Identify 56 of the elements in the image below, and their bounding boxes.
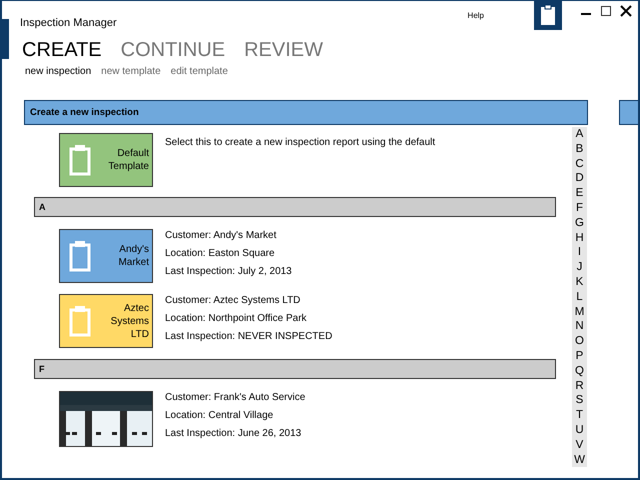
index-letter[interactable]: V (576, 438, 584, 453)
tile-label: Aztec Systems LTD (110, 302, 149, 340)
index-letter[interactable]: O (575, 334, 584, 349)
customer-tile[interactable]: Aztec Systems LTD (59, 294, 153, 348)
index-letter[interactable]: S (576, 393, 584, 408)
index-letter[interactable]: Q (575, 364, 584, 379)
last-inspection: Last Inspection: June 26, 2013 (165, 428, 302, 440)
clipboard-icon[interactable] (534, 1, 562, 30)
help-link[interactable]: Help (468, 11, 484, 20)
index-letter[interactable]: E (576, 186, 584, 201)
section-header: Create a new inspection (24, 100, 588, 125)
location: Location: Easton Square (165, 248, 276, 260)
subtab[interactable]: edit template (170, 66, 228, 77)
clipboard-icon (69, 240, 91, 272)
index-letter[interactable]: L (576, 290, 583, 305)
index-letter[interactable]: H (575, 230, 584, 246)
subtab[interactable]: new inspection (25, 66, 92, 77)
group-header: A (34, 197, 556, 217)
subtab[interactable]: new template (101, 66, 161, 77)
location: Location: Central Village (165, 410, 274, 422)
tile-label: Andy's Market (117, 243, 149, 269)
index-letter[interactable]: R (575, 378, 584, 394)
index-letter[interactable]: K (576, 274, 584, 290)
last-inspection: Last Inspection: July 2, 2013 (165, 266, 292, 278)
group-header: F (34, 359, 556, 379)
window-title: Inspection Manager (20, 17, 117, 29)
index-letter[interactable]: W (574, 452, 585, 468)
tab[interactable]: CONTINUE (120, 39, 226, 61)
index-letter[interactable]: G (575, 216, 584, 231)
index-letter[interactable]: U (575, 422, 584, 438)
customer-tile[interactable]: Andy's Market (59, 229, 153, 283)
index-letter[interactable]: A (576, 127, 584, 142)
clipboard-icon (69, 144, 91, 176)
index-letter[interactable]: N (575, 319, 584, 334)
index-letter[interactable]: I (578, 245, 582, 260)
tile-label: Default Template (107, 147, 149, 173)
index-letter[interactable]: M (574, 304, 584, 320)
customer-name: Customer: Andy's Market (165, 230, 278, 242)
customer-name: Customer: Frank's Auto Service (165, 392, 306, 404)
index-letter[interactable]: F (576, 200, 584, 216)
index-letter[interactable]: J (576, 260, 582, 275)
tab[interactable]: CREATE (22, 39, 102, 61)
tab[interactable]: REVIEW (244, 39, 323, 61)
customer-name: Customer: Aztec Systems LTD (165, 295, 302, 307)
template-tile[interactable]: Default Template (59, 133, 153, 187)
maximize-icon[interactable] (600, 5, 612, 17)
index-letter[interactable]: P (576, 348, 584, 364)
description: Select this to create a new inspection report using the default (165, 136, 436, 150)
close-icon[interactable] (620, 5, 632, 17)
index-letter[interactable]: T (576, 408, 584, 423)
index-letter[interactable]: B (576, 142, 584, 157)
index-letter[interactable]: C (575, 156, 584, 172)
clipboard-icon (69, 305, 91, 337)
last-inspection: Last Inspection: NEVER INSPECTED (165, 331, 332, 343)
location: Location: Northpoint Office Park (165, 313, 308, 325)
index-letter[interactable]: D (575, 171, 584, 186)
